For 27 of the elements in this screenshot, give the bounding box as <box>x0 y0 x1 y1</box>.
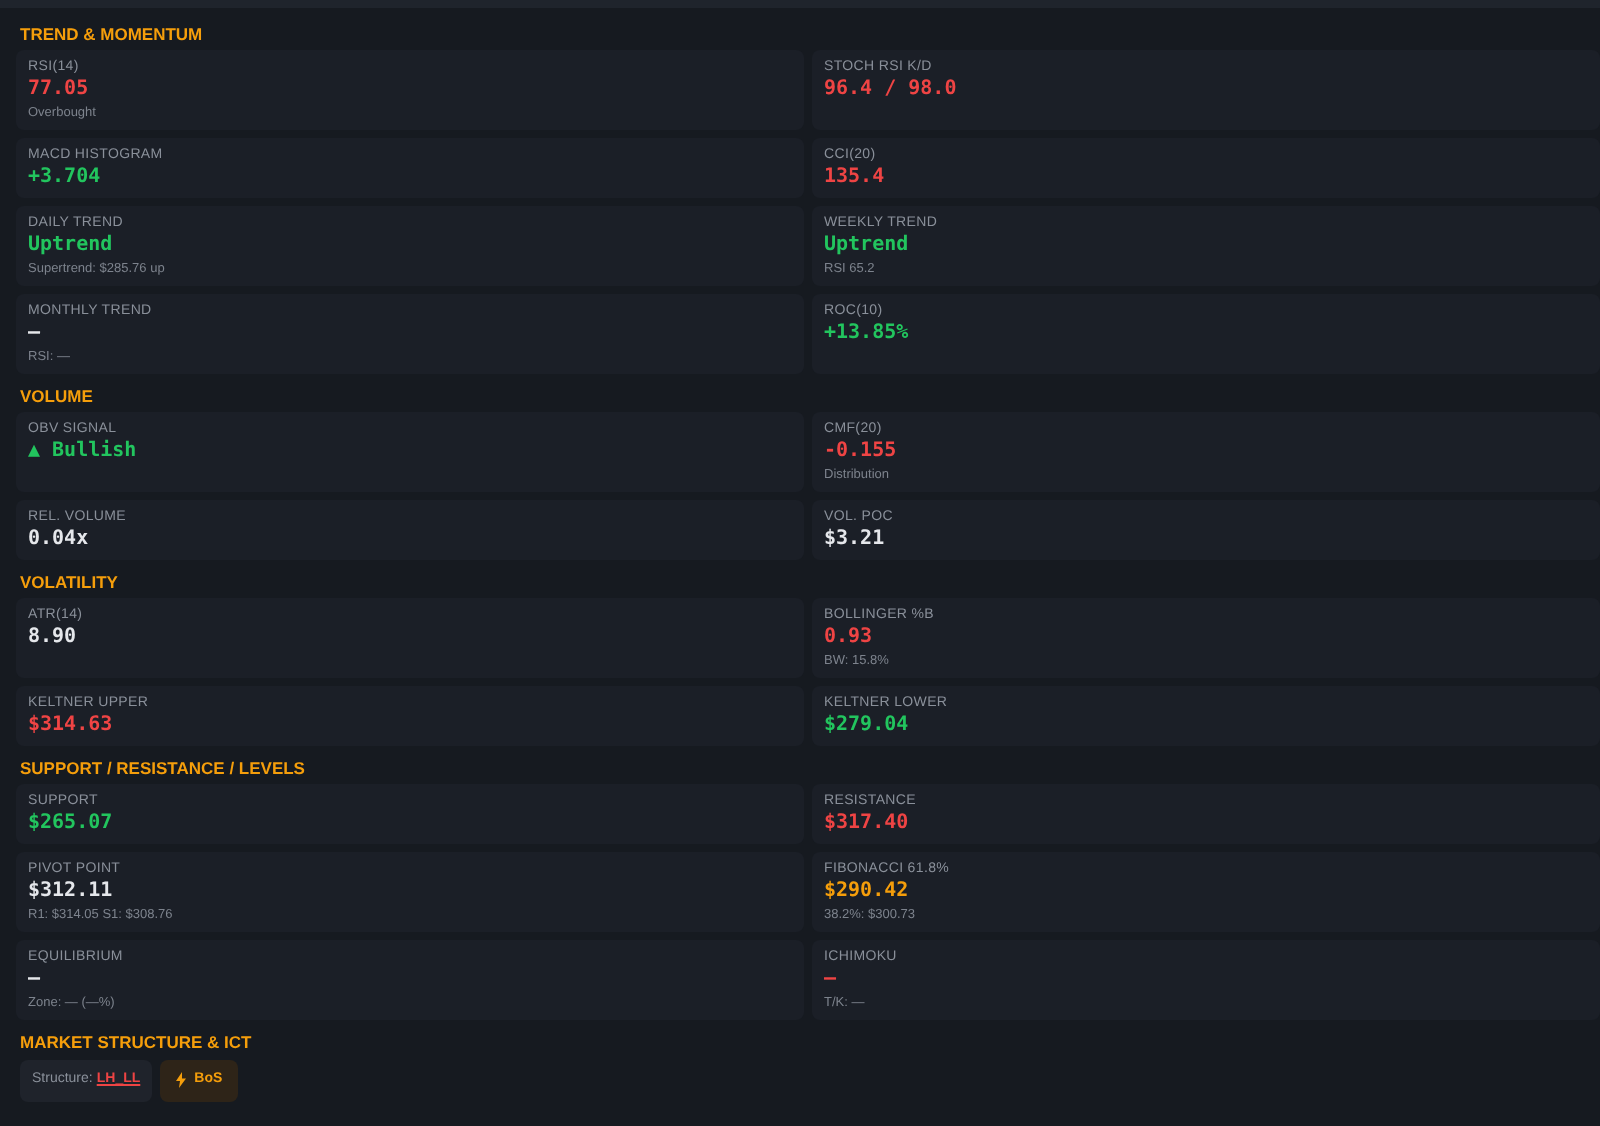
section-title: VOLATILITY <box>18 570 120 596</box>
metric-value: +13.85% <box>824 322 911 346</box>
metric-value: — <box>28 968 43 992</box>
metric-value: 0.93 <box>824 626 875 650</box>
metric-value: -0.155 <box>824 440 899 464</box>
metric-value: $312.11 <box>28 880 115 904</box>
metric-value: +3.704 <box>28 166 103 190</box>
metric-value: 77.05 <box>28 78 91 102</box>
section-title: MARKET STRUCTURE & ICT <box>18 1030 254 1056</box>
metric-value: $314.63 <box>28 714 115 738</box>
metric-value: ▲ Bullish <box>28 440 139 464</box>
metric-value: 96.4 / 98.0 <box>824 78 959 102</box>
metric-value: 135.4 <box>824 166 887 190</box>
metric-value: 0.04x <box>28 528 91 552</box>
metric-value: $317.40 <box>824 812 911 836</box>
metric-value: $265.07 <box>28 812 115 836</box>
metric-value: 8.90 <box>28 626 79 650</box>
metric-value: Uptrend <box>824 234 911 258</box>
metric-value: $3.21 <box>824 528 887 552</box>
section-title: VOLUME <box>18 384 95 410</box>
metric-value: — <box>824 968 839 992</box>
metric-value: Uptrend <box>28 234 115 258</box>
metric-value: $290.42 <box>824 880 911 904</box>
metric-value: $279.04 <box>824 714 911 738</box>
metric-value: — <box>28 322 43 346</box>
section-title: SUPPORT / RESISTANCE / LEVELS <box>18 756 307 782</box>
section-title: TREND & MOMENTUM <box>18 22 205 48</box>
